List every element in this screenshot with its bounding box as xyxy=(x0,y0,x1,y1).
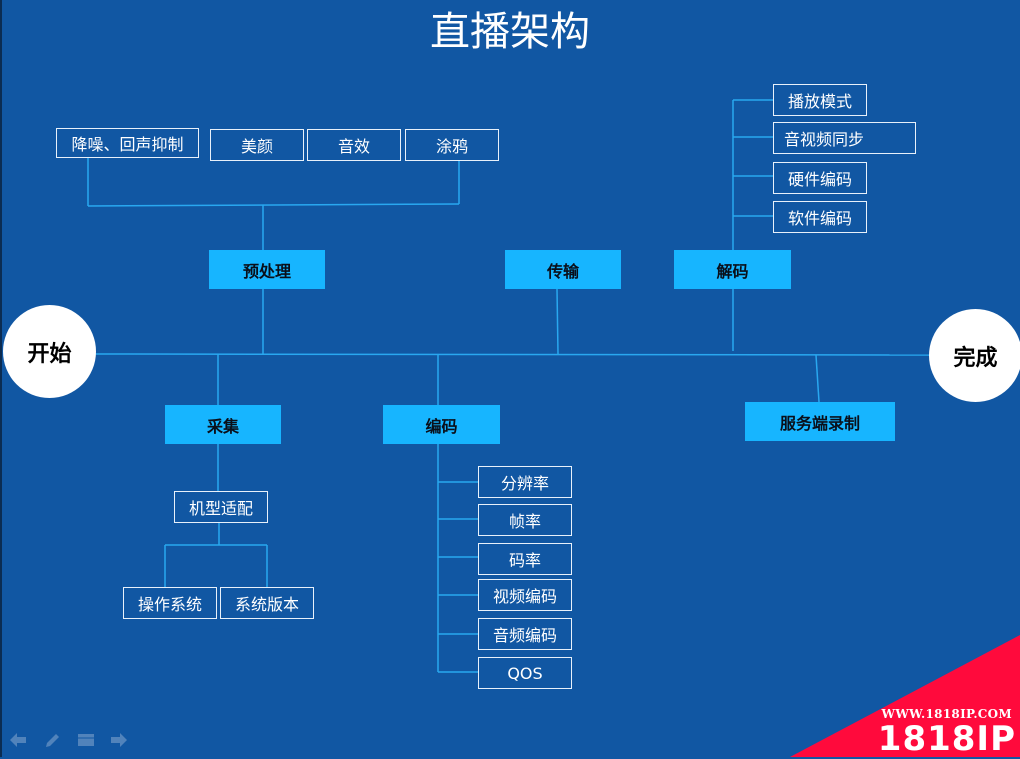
encode-item[interactable]: 帧率 xyxy=(478,504,572,536)
start-label: 开始 xyxy=(27,341,72,367)
stage-encode[interactable]: 编码 xyxy=(383,405,500,444)
encode-item[interactable]: 分辨率 xyxy=(478,466,572,498)
decode-item[interactable]: 音视频同步 xyxy=(773,122,916,154)
pre-bar xyxy=(87,203,460,207)
transport-trunk xyxy=(556,288,559,355)
item-label: 视频编码 xyxy=(492,587,557,606)
arrow-right-icon[interactable] xyxy=(109,730,129,750)
start-node[interactable]: 开始 xyxy=(3,305,96,398)
main-timeline xyxy=(94,353,931,356)
stage-label: 传输 xyxy=(546,261,579,281)
preprocess-item[interactable]: 美颜 xyxy=(210,129,304,161)
item-label: 操作系统 xyxy=(137,595,202,614)
item-label: 音效 xyxy=(337,137,370,156)
item-label: 播放模式 xyxy=(787,92,852,111)
item-label: 音视频同步 xyxy=(784,130,865,149)
arrow-left-icon[interactable] xyxy=(8,730,28,750)
pen-icon[interactable] xyxy=(42,730,62,750)
stage-decode[interactable]: 解码 xyxy=(674,250,791,289)
encode-item[interactable]: 音频编码 xyxy=(478,618,572,650)
decode-item[interactable]: 软件编码 xyxy=(773,201,867,233)
stage-label: 服务端录制 xyxy=(779,413,860,433)
decode-item[interactable]: 硬件编码 xyxy=(773,162,867,194)
stage-label: 解码 xyxy=(716,261,749,281)
stage-label: 预处理 xyxy=(242,261,291,281)
stage-server-record[interactable]: 服务端录制 xyxy=(745,402,895,441)
item-label: 硬件编码 xyxy=(787,170,852,189)
capture-adapter[interactable]: 机型适配 xyxy=(174,491,268,523)
menu-icon[interactable] xyxy=(76,730,96,750)
item-label: 涂鸦 xyxy=(435,137,468,156)
encode-item[interactable]: 视频编码 xyxy=(478,579,572,611)
item-label: 分辨率 xyxy=(500,474,549,493)
watermark-brand: 1818IP xyxy=(877,719,1016,759)
end-node[interactable]: 完成 xyxy=(929,309,1020,402)
item-label: 系统版本 xyxy=(234,595,299,614)
capture-item[interactable]: 系统版本 xyxy=(220,587,314,619)
stage-label: 采集 xyxy=(206,416,239,436)
end-label: 完成 xyxy=(953,345,998,371)
encode-item[interactable]: QOS xyxy=(478,657,572,689)
item-label: 机型适配 xyxy=(188,499,253,518)
item-label: 音频编码 xyxy=(492,626,557,645)
preprocess-item[interactable]: 降噪、回声抑制 xyxy=(56,128,199,158)
stage-transport[interactable]: 传输 xyxy=(505,250,621,289)
item-label: 帧率 xyxy=(508,512,541,531)
stage-capture[interactable]: 采集 xyxy=(165,405,281,444)
stage-preprocess[interactable]: 预处理 xyxy=(209,250,325,289)
item-label: 码率 xyxy=(508,551,541,570)
record-trunk xyxy=(815,354,820,403)
item-label: 降噪、回声抑制 xyxy=(71,135,184,154)
capture-item[interactable]: 操作系统 xyxy=(123,587,217,619)
decode-item[interactable]: 播放模式 xyxy=(773,84,867,116)
item-label: QOS xyxy=(507,663,543,683)
encode-item[interactable]: 码率 xyxy=(478,543,572,575)
stage-label: 编码 xyxy=(425,416,458,436)
slide: 直播架构 开始 完成 降噪、回声抑制 美颜 音效 涂鸦 播放模式 音视频同步 硬… xyxy=(0,0,1020,759)
item-label: 软件编码 xyxy=(787,209,852,228)
preprocess-item[interactable]: 涂鸦 xyxy=(405,129,499,161)
preprocess-item[interactable]: 音效 xyxy=(307,129,401,161)
item-label: 美颜 xyxy=(240,137,273,156)
